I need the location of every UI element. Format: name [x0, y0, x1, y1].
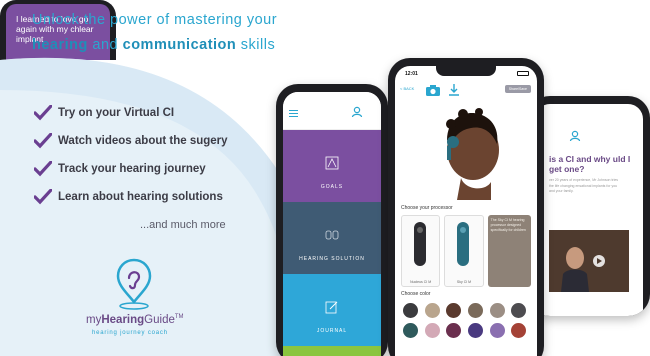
myhearingguide-logo: myHearingGuideTM hearing journey coach [86, 258, 206, 348]
article-question: is a CI and why uld I get one? [549, 154, 631, 174]
color-swatch[interactable] [403, 323, 418, 338]
tile-label: GOALS [320, 184, 344, 190]
more-text: ...and much more [140, 219, 226, 231]
checkmark-icon [34, 133, 52, 149]
phone-menu-screen: GOALS HEARING SOLUTION JOURNAL [283, 92, 381, 356]
app-header [283, 92, 381, 130]
status-bar: 12:01 [395, 66, 537, 82]
feature-item: Try on your Virtual CI [34, 99, 228, 127]
color-swatch[interactable] [403, 303, 418, 318]
tile-green[interactable] [283, 346, 381, 356]
tile-label: JOURNAL [316, 328, 348, 334]
logo-guide: Guide [144, 314, 175, 326]
share-save-button[interactable]: Share/Save [504, 85, 531, 93]
processor-options: Nucleus CI M Sky CI M The Sky CI M heari… [395, 215, 537, 287]
tile-goals[interactable]: GOALS [283, 130, 381, 202]
hamburger-menu-icon[interactable] [289, 110, 298, 117]
color-swatch[interactable] [489, 323, 505, 338]
processor-label: Sky CI M [456, 280, 472, 284]
color-swatch[interactable] [424, 303, 440, 318]
phone-article-screen: is a CI and why uld I get one? ver 20 ye… [535, 104, 643, 316]
tile-label: HEARING SOLUTION [299, 256, 365, 262]
nav-bar: < BACK Share/Save [395, 82, 537, 100]
feature-label: Try on your Virtual CI [58, 107, 175, 119]
color-swatch[interactable] [446, 323, 462, 338]
section-title-processor: Choose your processor [401, 205, 453, 211]
checkmark-icon [34, 105, 52, 121]
phone-notch [436, 66, 496, 76]
checkmark-icon [34, 189, 52, 205]
goals-icon [325, 156, 339, 170]
section-title-color: Choose color [401, 291, 431, 297]
headline-word-communication: communication [122, 37, 237, 53]
feature-item: Learn about hearing solutions [34, 183, 228, 211]
processor-label: Nucleus CI M [410, 280, 432, 284]
headline-line-1: Unlock the power of mastering your [32, 12, 278, 28]
hearing-device-icon [325, 230, 339, 240]
journal-edit-icon [325, 301, 338, 314]
phone-article: is a CI and why uld I get one? ver 20 ye… [528, 96, 650, 316]
phone-virtual-ci: 12:01 < BACK Share/Save Choose your proc… [388, 58, 544, 356]
processor-device-icon [457, 222, 470, 266]
headline-skills: skills [236, 37, 276, 53]
child-profile-photo [446, 108, 499, 200]
feature-list: Try on your Virtual CI Watch videos abou… [34, 99, 228, 211]
color-swatch[interactable] [467, 303, 483, 318]
tile-journal[interactable]: JOURNAL [283, 274, 381, 346]
ear-pin-icon [116, 258, 152, 310]
feature-label: Watch videos about the sugery [58, 135, 228, 147]
battery-icon [517, 71, 529, 76]
checkmark-icon [34, 161, 52, 177]
headline-and: and [87, 37, 123, 53]
logo-wordmark: myHearingGuideTM [86, 314, 184, 326]
status-time: 12:01 [405, 71, 418, 77]
color-swatch[interactable] [446, 303, 462, 318]
camera-icon[interactable] [425, 83, 441, 97]
video-player[interactable] [549, 230, 629, 292]
article-body: ver 20 years of experience, Mr Johnson t… [549, 178, 619, 193]
logo-hearing: Hearing [101, 314, 145, 326]
logo-tm: TM [174, 314, 184, 321]
color-swatch[interactable] [511, 303, 527, 318]
color-swatch[interactable] [467, 323, 483, 338]
user-icon[interactable] [569, 130, 581, 142]
feature-item: Track your hearing journey [34, 155, 228, 183]
logo-tagline: hearing journey coach [92, 330, 168, 336]
feature-label: Track your hearing journey [58, 163, 206, 175]
back-button[interactable]: < BACK [400, 86, 414, 91]
processor-option[interactable]: Sky CI M [444, 215, 484, 287]
phone-virtual-ci-screen: 12:01 < BACK Share/Save Choose your proc… [395, 66, 537, 356]
feature-label: Learn about hearing solutions [58, 191, 223, 203]
video-thumbnail [549, 230, 629, 292]
user-icon[interactable] [351, 106, 363, 118]
feature-item: Watch videos about the sugery [34, 127, 228, 155]
processor-info-card: The Sky CI M hearing processor designed … [487, 215, 531, 287]
headline-line-2: hearing and communication skills [32, 33, 277, 58]
color-swatches [395, 297, 537, 338]
download-icon[interactable] [448, 83, 460, 97]
color-swatch[interactable] [511, 323, 527, 338]
headline-word-hearing: hearing [32, 37, 88, 53]
processor-device-icon [414, 222, 426, 266]
processor-option[interactable]: Nucleus CI M [401, 215, 441, 287]
headline: Unlock the power of mastering your heari… [32, 8, 277, 58]
color-swatch[interactable] [424, 323, 440, 338]
logo-my: my [86, 314, 102, 326]
phone-menu: GOALS HEARING SOLUTION JOURNAL [276, 84, 388, 356]
color-swatch[interactable] [489, 303, 505, 318]
tile-hearing-solution[interactable]: HEARING SOLUTION [283, 202, 381, 274]
